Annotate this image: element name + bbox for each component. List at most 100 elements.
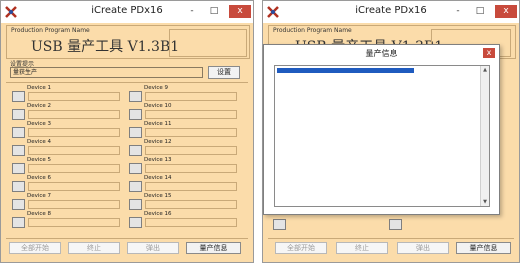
device-progress: [28, 218, 120, 227]
device-slot-3: Device 3: [12, 121, 120, 139]
close-button[interactable]: x: [229, 5, 251, 18]
usb-drive-icon: [12, 127, 25, 138]
device-label: Device 15: [144, 193, 172, 199]
usb-drive-icon: [273, 219, 286, 230]
usb-drive-icon: [129, 181, 142, 192]
device-slot-13: Device 13: [129, 157, 237, 175]
device-slot-10: Device 10: [129, 103, 237, 121]
stop-button[interactable]: 终止: [336, 242, 388, 254]
usb-drive-icon: [12, 109, 25, 120]
device-slot-9: Device 9: [129, 85, 237, 103]
device-slot-16: Device 16: [129, 211, 237, 229]
usb-drive-icon: [129, 163, 142, 174]
info-log-area[interactable]: ▲ ▼: [274, 65, 490, 207]
device-progress: [145, 110, 237, 119]
device-progress: [28, 146, 120, 155]
divider: [268, 238, 514, 239]
device-slot-12: Device 12: [129, 139, 237, 157]
device-slot-11: Device 11: [129, 121, 237, 139]
device-progress: [145, 200, 237, 209]
device-label: Device 9: [144, 85, 169, 91]
production-program-name: USB 量产工具 V1.3B1: [31, 39, 180, 55]
production-info-button[interactable]: 量产信息: [456, 242, 511, 254]
device-progress: [145, 128, 237, 137]
device-slot-15: Device 15: [129, 193, 237, 211]
device-progress: [28, 200, 120, 209]
device-label: Device 11: [144, 121, 172, 127]
status-box: [169, 29, 247, 57]
device-progress: [28, 92, 120, 101]
device-label: Device 13: [144, 157, 172, 163]
device-label: Device 14: [144, 175, 172, 181]
minimize-button[interactable]: -: [185, 5, 199, 18]
close-button[interactable]: x: [495, 5, 517, 18]
eject-button[interactable]: 弹出: [397, 242, 449, 254]
device-progress: [28, 110, 120, 119]
usb-drive-icon: [389, 219, 402, 230]
device-label: Device 6: [27, 175, 52, 181]
maximize-button[interactable]: □: [207, 5, 221, 18]
usb-drive-icon: [129, 91, 142, 102]
device-label: Device 8: [27, 211, 52, 217]
usb-drive-icon: [12, 199, 25, 210]
usb-drive-icon: [12, 145, 25, 156]
usb-drive-icon: [12, 181, 25, 192]
start-all-button[interactable]: 全部开始: [275, 242, 327, 254]
usb-drive-icon: [129, 199, 142, 210]
minimize-button[interactable]: -: [451, 5, 465, 18]
device-label: Device 1: [27, 85, 52, 91]
device-label: Device 5: [27, 157, 52, 163]
production-group-label: Production Program Name: [11, 27, 90, 34]
settings-button[interactable]: 设置: [208, 66, 240, 79]
device-label: Device 7: [27, 193, 52, 199]
divider: [6, 82, 248, 83]
device-label: Device 4: [27, 139, 52, 145]
stop-button[interactable]: 终止: [68, 242, 120, 254]
production-group-label: Production Program Name: [273, 27, 352, 34]
device-label: Device 2: [27, 103, 52, 109]
device-slot-2: Device 2: [12, 103, 120, 121]
device-progress: [145, 164, 237, 173]
scroll-up-icon[interactable]: ▲: [481, 66, 489, 74]
eject-button[interactable]: 弹出: [127, 242, 179, 254]
divider: [6, 238, 248, 239]
usb-drive-icon: [12, 217, 25, 228]
left-window: iCreate PDx16 - □ x Production Program N…: [0, 0, 254, 263]
dialog-title: 量产信息: [365, 49, 398, 58]
device-label: Device 16: [144, 211, 172, 217]
device-slot-7: Device 7: [12, 193, 120, 211]
usb-drive-icon: [129, 217, 142, 228]
device-slot-5: Device 5: [12, 157, 120, 175]
info-progress-bar: [277, 68, 414, 73]
settings-field[interactable]: 量获生产: [10, 67, 203, 78]
device-progress: [28, 164, 120, 173]
device-slot-1: Device 1: [12, 85, 120, 103]
scroll-down-icon[interactable]: ▼: [481, 198, 489, 206]
device-progress: [28, 128, 120, 137]
usb-drive-icon: [129, 145, 142, 156]
device-progress: [145, 182, 237, 191]
production-group: Production Program Name USB 量产工具 V1.3B1: [6, 25, 250, 59]
maximize-button[interactable]: □: [473, 5, 487, 18]
device-progress: [145, 146, 237, 155]
dialog-close-button[interactable]: x: [483, 48, 495, 58]
production-info-button[interactable]: 量产信息: [186, 242, 241, 254]
device-progress: [145, 92, 237, 101]
device-label: Device 10: [144, 103, 172, 109]
scrollbar[interactable]: ▲ ▼: [480, 66, 489, 206]
device-label: Device 3: [27, 121, 52, 127]
usb-drive-icon: [129, 127, 142, 138]
device-progress: [145, 218, 237, 227]
device-slot-14: Device 14: [129, 175, 237, 193]
title-bar: iCreate PDx16 - □ x: [1, 1, 253, 23]
device-slot-6: Device 6: [12, 175, 120, 193]
device-slot-4: Device 4: [12, 139, 120, 157]
device-label: Device 12: [144, 139, 172, 145]
device-slot-8: Device 8: [12, 211, 120, 229]
title-bar: iCreate PDx16 - □ x: [263, 1, 519, 23]
start-all-button[interactable]: 全部开始: [9, 242, 61, 254]
device-progress: [28, 182, 120, 191]
production-info-dialog: 量产信息 x ▲ ▼: [263, 44, 500, 215]
usb-drive-icon: [129, 109, 142, 120]
usb-drive-icon: [12, 163, 25, 174]
